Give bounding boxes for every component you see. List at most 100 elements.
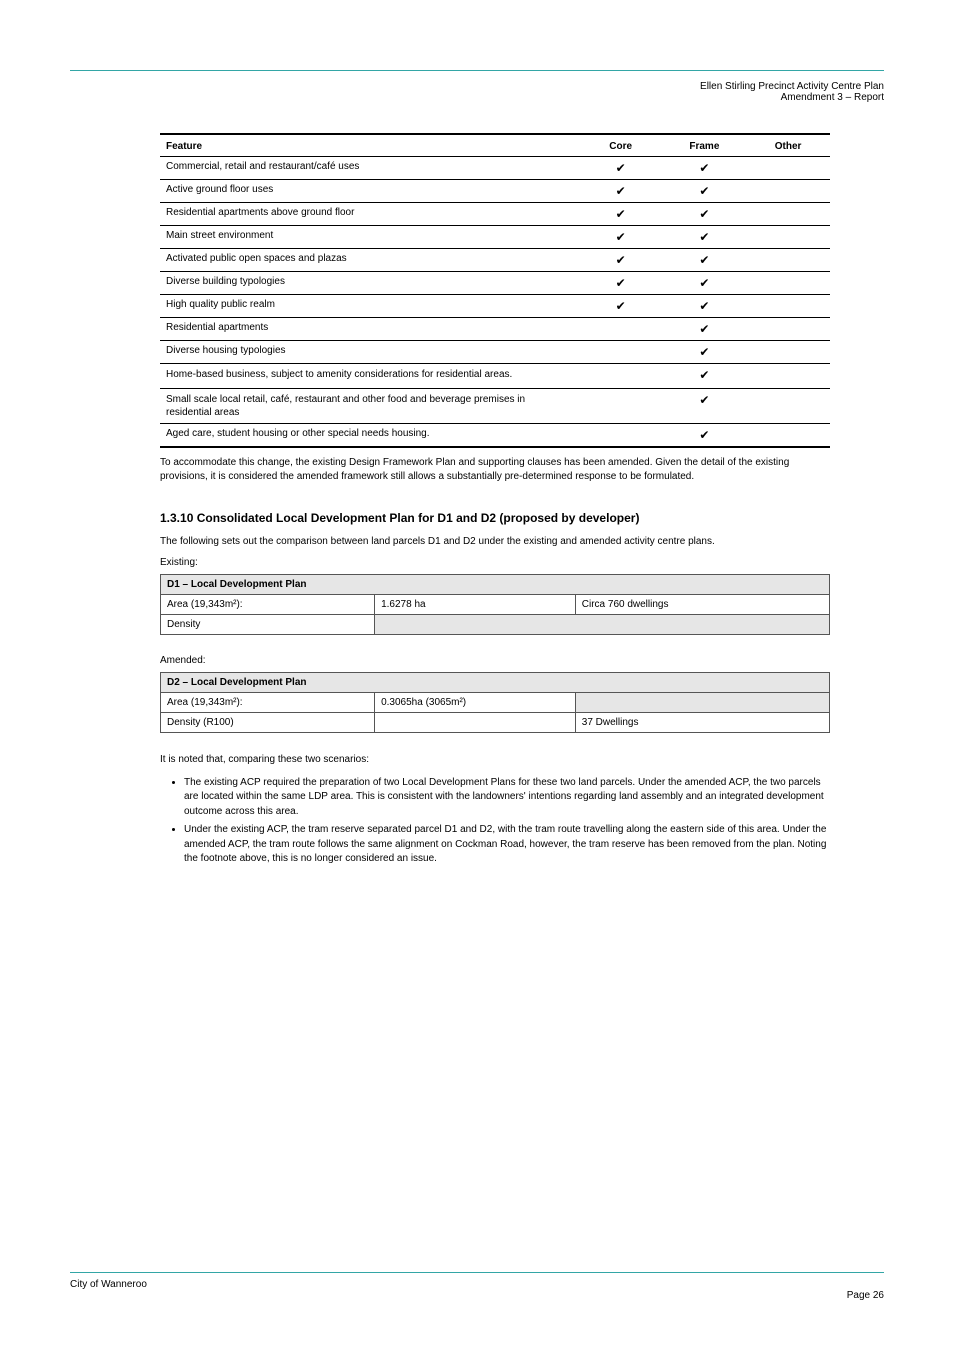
d1-title-row: D1 – Local Development Plan [161, 575, 830, 595]
feature-cell: High quality public realm [160, 295, 579, 318]
other-cell [746, 157, 830, 180]
feature-cell: Diverse building typologies [160, 272, 579, 295]
footer-rule [70, 1272, 884, 1273]
frame-cell: ✔ [663, 364, 747, 389]
section-heading: 1.3.10 Consolidated Local Development Pl… [160, 511, 830, 525]
other-cell [746, 180, 830, 203]
header-line1: Ellen Stirling Precinct Activity Centre … [700, 81, 884, 92]
feature-cell: Aged care, student housing or other spec… [160, 423, 579, 447]
other-cell [746, 295, 830, 318]
d2-row-1: Area (19,343m²): 0.3065ha (3065m²) [161, 693, 830, 713]
feature-cell: Activated public open spaces and plazas [160, 249, 579, 272]
header-other: Other [746, 134, 830, 157]
d2-r2c2 [375, 713, 576, 733]
d2-title-row: D2 – Local Development Plan [161, 673, 830, 693]
frame-cell: ✔ [663, 423, 747, 447]
main-content: Feature Core Frame Other Commercial, ret… [160, 133, 830, 867]
frame-cell: ✔ [663, 226, 747, 249]
frame-cell: ✔ [663, 157, 747, 180]
d2-r1c1: Area (19,343m²): [161, 693, 375, 713]
d1-title-cell: D1 – Local Development Plan [161, 575, 830, 595]
d2-r2c1: Density (R100) [161, 713, 375, 733]
frame-cell: ✔ [663, 318, 747, 341]
core-cell [579, 423, 663, 447]
other-cell [746, 423, 830, 447]
scenario-bullets: The existing ACP required the preparatio… [160, 776, 830, 867]
feature-cell: Small scale local retail, café, restaura… [160, 388, 579, 423]
d1-r2c2 [375, 615, 830, 635]
d1-r2c1: Density [161, 615, 375, 635]
feature-cell: Residential apartments above ground floo… [160, 203, 579, 226]
header-frame: Frame [663, 134, 747, 157]
core-cell: ✔ [579, 226, 663, 249]
existing-label: Existing: [160, 557, 830, 568]
other-cell [746, 388, 830, 423]
header-line2: Amendment 3 – Report [781, 92, 884, 103]
table-header-row: Feature Core Frame Other [160, 134, 830, 157]
core-cell: ✔ [579, 272, 663, 295]
frame-cell: ✔ [663, 341, 747, 364]
other-cell [746, 203, 830, 226]
d1-row-2: Density [161, 615, 830, 635]
d2-r1c3 [575, 693, 829, 713]
table-row: Residential apartments ✔ [160, 318, 830, 341]
frame-cell: ✔ [663, 295, 747, 318]
table-row: Commercial, retail and restaurant/café u… [160, 157, 830, 180]
footer: City of Wanneroo Page 26 [70, 1272, 884, 1301]
table-row: Diverse housing typologies ✔ [160, 341, 830, 364]
table-row: Activated public open spaces and plazas … [160, 249, 830, 272]
core-cell: ✔ [579, 203, 663, 226]
paragraph-1: To accommodate this change, the existing… [160, 456, 830, 485]
scenario-bullet-2: Under the existing ACP, the tram reserve… [184, 823, 830, 867]
table-row: Main street environment ✔ ✔ [160, 226, 830, 249]
d2-ldp-table: D2 – Local Development Plan Area (19,343… [160, 672, 830, 733]
other-cell [746, 272, 830, 295]
d2-r2c3: 37 Dwellings [575, 713, 829, 733]
core-cell [579, 318, 663, 341]
table-row: Aged care, student housing or other spec… [160, 423, 830, 447]
feature-cell: Home-based business, subject to amenity … [160, 364, 579, 389]
table-row: Small scale local retail, café, restaura… [160, 388, 830, 423]
core-cell: ✔ [579, 295, 663, 318]
footer-right-line2: Page 26 [847, 1290, 884, 1301]
core-cell: ✔ [579, 157, 663, 180]
feature-cell: Commercial, retail and restaurant/café u… [160, 157, 579, 180]
other-cell [746, 249, 830, 272]
footer-left: City of Wanneroo [70, 1279, 147, 1301]
frame-cell: ✔ [663, 180, 747, 203]
d1-r1c2: 1.6278 ha [375, 595, 576, 615]
d1-row-1: Area (19,343m²): 1.6278 ha Circa 760 dwe… [161, 595, 830, 615]
header-core: Core [579, 134, 663, 157]
d1-ldp-table: D1 – Local Development Plan Area (19,343… [160, 574, 830, 635]
scenario-intro: It is noted that, comparing these two sc… [160, 753, 830, 768]
paragraph-2: The following sets out the comparison be… [160, 535, 830, 550]
amended-label: Amended: [160, 655, 830, 666]
table-row: Diverse building typologies ✔ ✔ [160, 272, 830, 295]
table-row: High quality public realm ✔ ✔ [160, 295, 830, 318]
frame-cell: ✔ [663, 388, 747, 423]
core-cell: ✔ [579, 249, 663, 272]
frame-cell: ✔ [663, 249, 747, 272]
scenario-bullet-1: The existing ACP required the preparatio… [184, 776, 830, 820]
features-table: Feature Core Frame Other Commercial, ret… [160, 133, 830, 448]
header-rule [70, 70, 884, 71]
core-cell [579, 364, 663, 389]
other-cell [746, 318, 830, 341]
table-row: Home-based business, subject to amenity … [160, 364, 830, 389]
header-feature: Feature [160, 134, 579, 157]
other-cell [746, 364, 830, 389]
other-cell [746, 226, 830, 249]
frame-cell: ✔ [663, 203, 747, 226]
feature-cell: Active ground floor uses [160, 180, 579, 203]
d2-r1c2: 0.3065ha (3065m²) [375, 693, 576, 713]
d2-title-cell: D2 – Local Development Plan [161, 673, 830, 693]
core-cell [579, 388, 663, 423]
feature-cell: Residential apartments [160, 318, 579, 341]
core-cell: ✔ [579, 180, 663, 203]
frame-cell: ✔ [663, 272, 747, 295]
d1-r1c1: Area (19,343m²): [161, 595, 375, 615]
table-row: Residential apartments above ground floo… [160, 203, 830, 226]
feature-cell: Main street environment [160, 226, 579, 249]
table-row: Active ground floor uses ✔ ✔ [160, 180, 830, 203]
other-cell [746, 341, 830, 364]
